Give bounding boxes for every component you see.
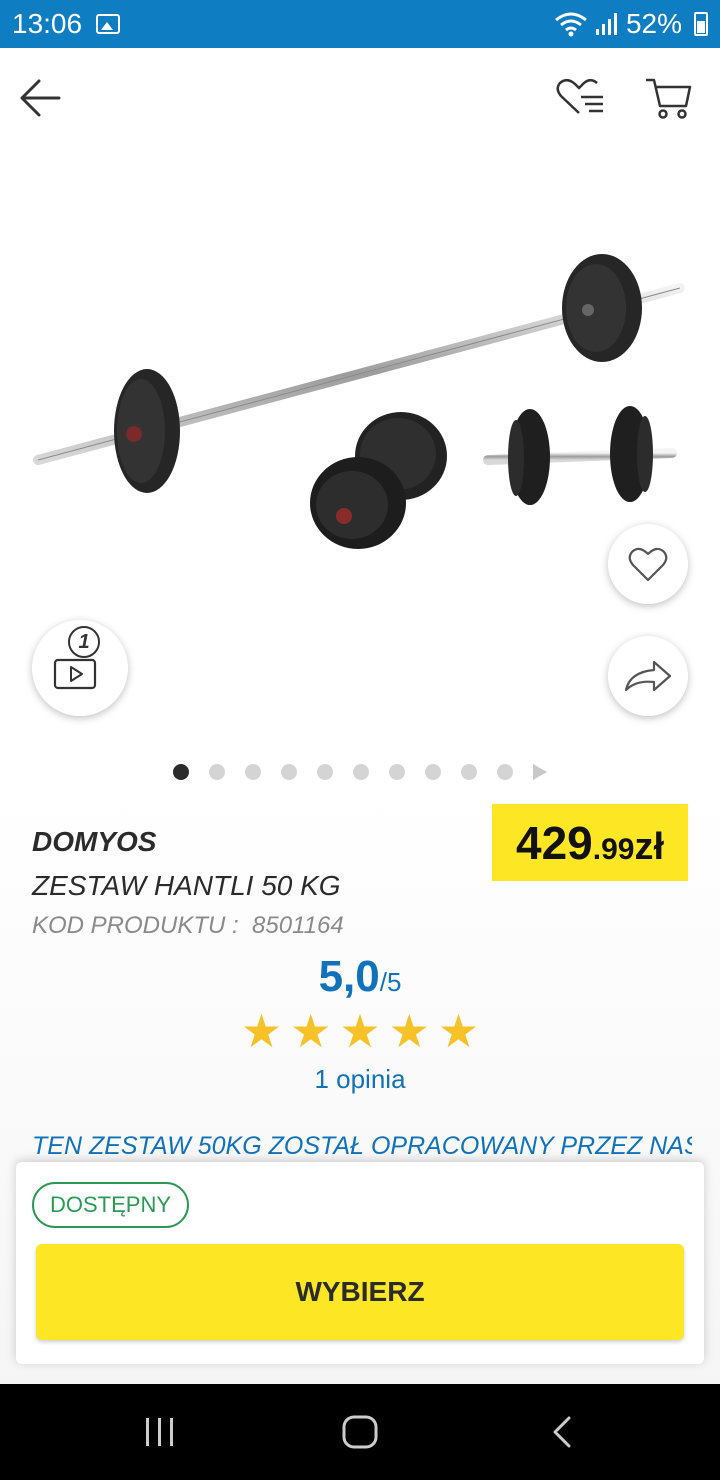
- app-header: [0, 48, 720, 148]
- carousel-indicator: [0, 762, 720, 782]
- cart-button[interactable]: [642, 72, 694, 124]
- arrow-left-icon: [20, 79, 61, 117]
- back-button[interactable]: [14, 72, 66, 124]
- price-badge: 429.99 zł: [492, 804, 688, 881]
- star-icon: ★: [290, 1005, 332, 1057]
- rating-value: 5,0: [318, 952, 380, 1001]
- heart-icon: [628, 547, 668, 582]
- video-icon: [53, 658, 97, 690]
- carousel-dot[interactable]: [245, 764, 261, 780]
- cart-icon: [646, 78, 692, 119]
- system-nav-bar: [0, 1384, 720, 1480]
- availability-badge: DOSTĘPNY: [32, 1182, 190, 1228]
- battery-level: 52%: [625, 8, 682, 39]
- home-icon: [342, 1415, 378, 1449]
- purchase-card: DOSTĘPNY WYBIERZ: [16, 1162, 704, 1364]
- system-back-button[interactable]: [532, 1412, 592, 1452]
- star-icon: ★: [339, 1005, 381, 1057]
- recent-apps-button[interactable]: [130, 1412, 190, 1452]
- recent-apps-icon: [146, 1418, 173, 1446]
- rating-score: 5,0/5: [0, 952, 720, 1002]
- rating-scale: /5: [379, 967, 402, 997]
- star-icon: ★: [240, 1005, 283, 1057]
- star-icon: ★: [437, 1005, 480, 1057]
- status-right: 52%: [554, 8, 708, 40]
- favorite-button[interactable]: [608, 524, 688, 604]
- video-button[interactable]: 1: [32, 620, 128, 716]
- wishlist-button[interactable]: [554, 72, 606, 124]
- home-button[interactable]: [330, 1412, 390, 1452]
- battery-icon: [694, 12, 708, 36]
- price-decimal: .99: [592, 833, 635, 866]
- carousel-dot[interactable]: [461, 764, 477, 780]
- product-code: KOD PRODUKTU : 8501164: [32, 912, 344, 940]
- star-icon: ★: [388, 1005, 430, 1057]
- chevron-left-icon: [553, 1416, 571, 1448]
- carousel-next-icon[interactable]: [533, 764, 547, 780]
- carousel-dot[interactable]: [209, 764, 225, 780]
- video-count-badge: 1: [68, 626, 100, 658]
- carousel-dot[interactable]: [497, 764, 513, 780]
- heart-list-icon: [556, 79, 603, 114]
- product-name: ZESTAW HANTLI 50 KG: [32, 870, 341, 901]
- product-description: TEN ZESTAW 50KG ZOSTAŁ OPRACOWANY PRZEZ …: [32, 1132, 692, 1160]
- wifi-icon: [555, 12, 587, 37]
- carousel-dot[interactable]: [425, 764, 441, 780]
- share-button[interactable]: [608, 636, 688, 716]
- share-icon: [624, 660, 672, 692]
- product-code-value: 8501164: [252, 912, 344, 939]
- carousel-dot[interactable]: [317, 764, 333, 780]
- carousel-dot[interactable]: [173, 764, 189, 780]
- status-time: 13:06: [12, 8, 83, 39]
- price-currency: zł: [634, 826, 665, 868]
- signal-icon: [595, 13, 617, 35]
- product-brand: DOMYOS: [32, 826, 157, 857]
- product-code-label: KOD PRODUKTU :: [32, 912, 239, 939]
- carousel-dot[interactable]: [389, 764, 405, 780]
- gallery-notification-icon: [96, 14, 121, 34]
- product-image-area[interactable]: 1: [0, 148, 720, 748]
- select-button[interactable]: WYBIERZ: [36, 1244, 684, 1340]
- price-integer: 429: [515, 817, 593, 869]
- rating-stars: ★ ★ ★ ★ ★: [0, 1008, 720, 1054]
- reviews-link[interactable]: 1 opinia: [0, 1064, 720, 1095]
- status-bar: 13:06 52%: [0, 0, 720, 48]
- carousel-dot[interactable]: [281, 764, 297, 780]
- carousel-dot[interactable]: [353, 764, 369, 780]
